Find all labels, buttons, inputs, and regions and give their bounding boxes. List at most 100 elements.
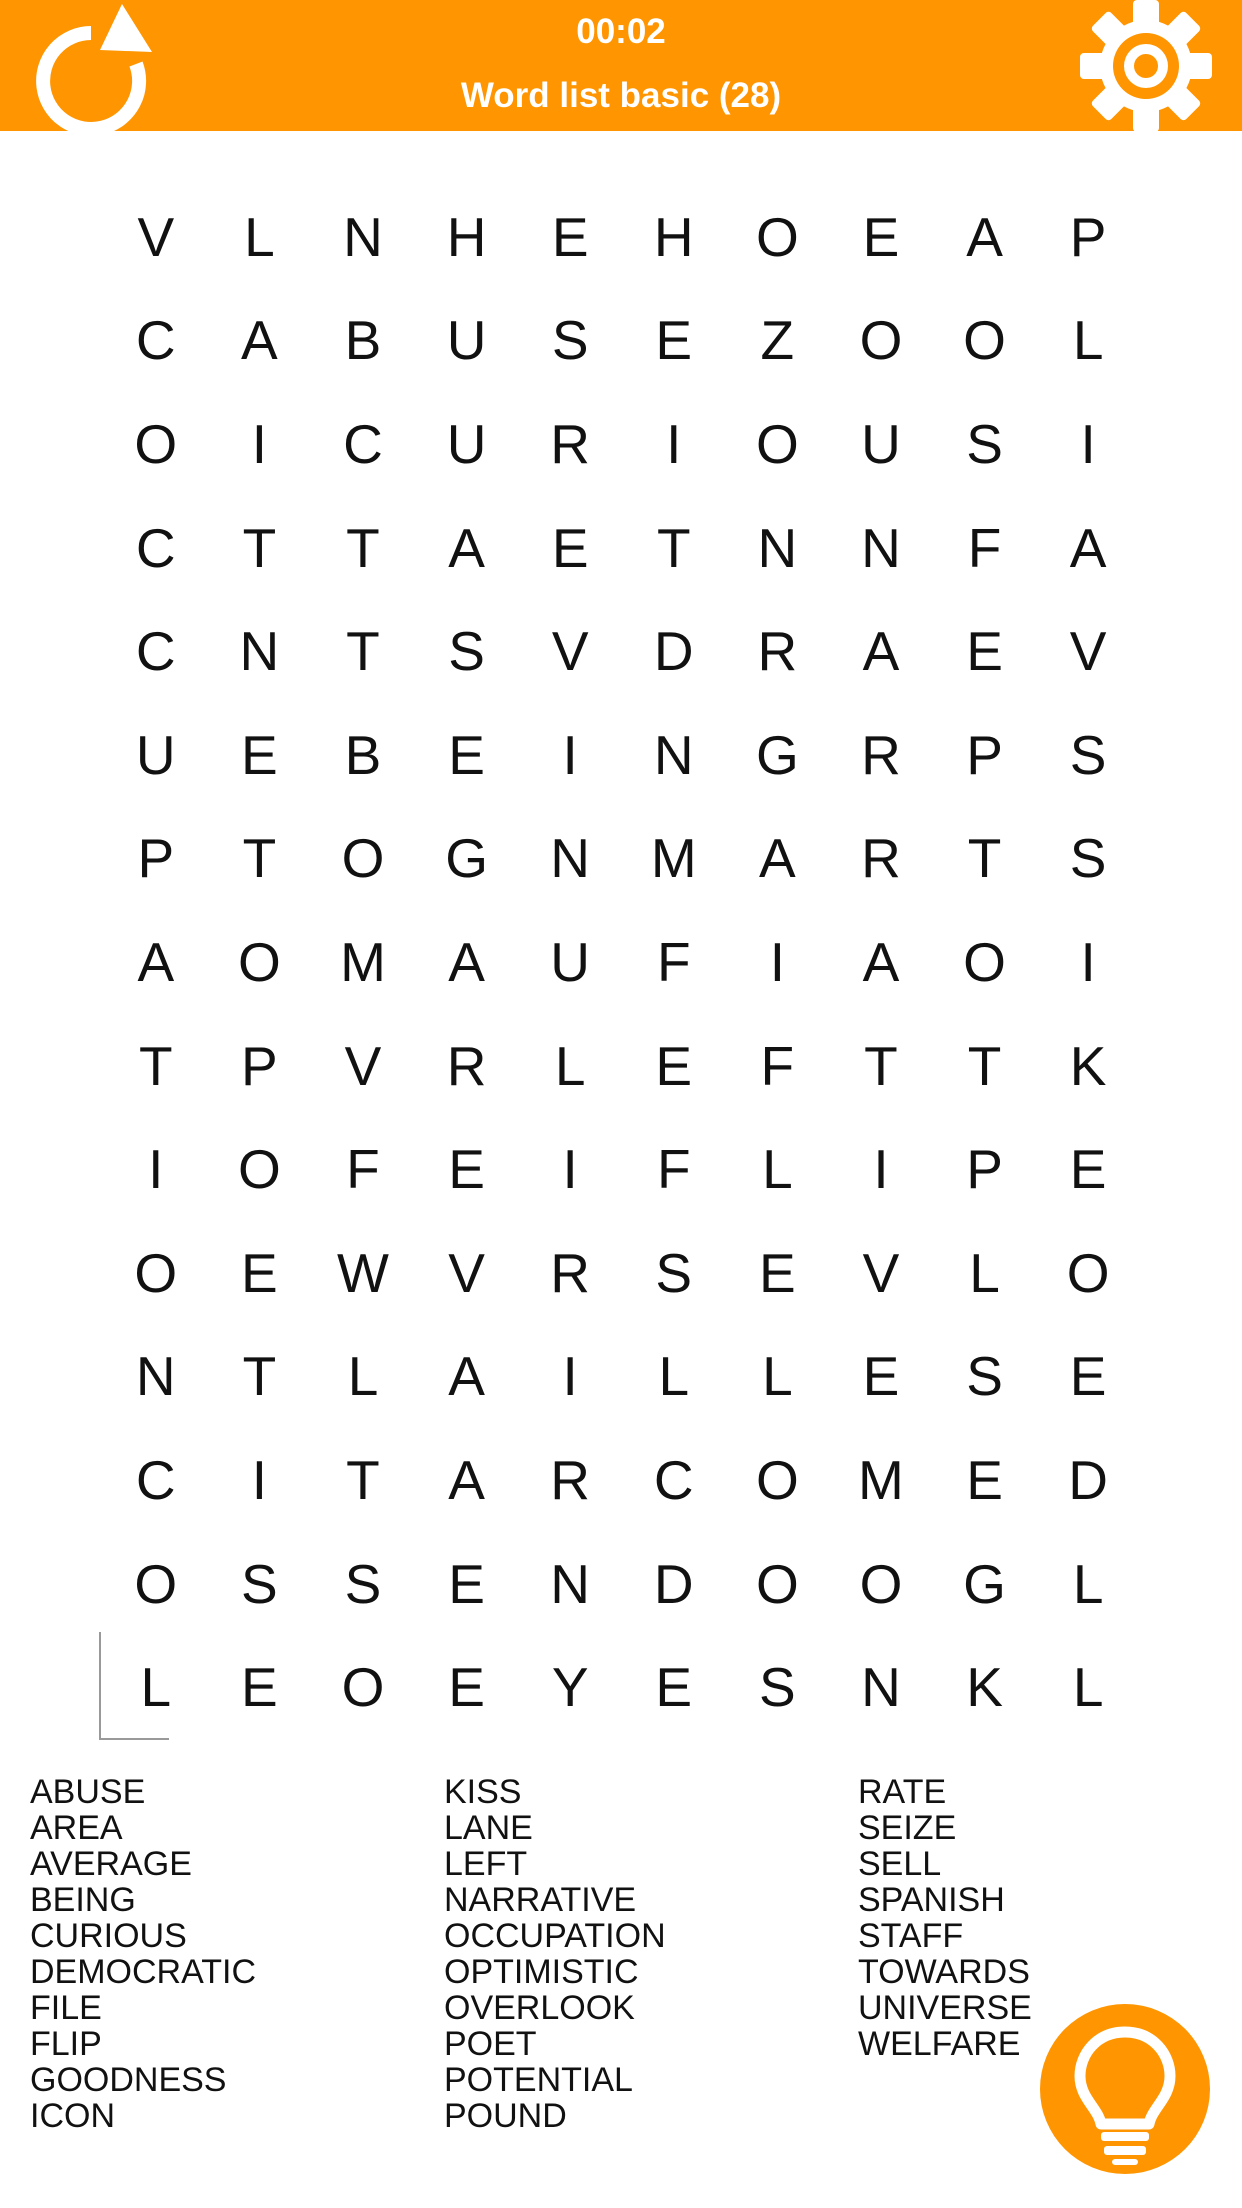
grid-cell[interactable]: L	[726, 1117, 830, 1221]
grid-cell[interactable]: O	[726, 1428, 830, 1532]
grid-cell[interactable]: V	[104, 185, 208, 289]
grid-cell[interactable]: P	[933, 1117, 1037, 1221]
grid-cell[interactable]: S	[1036, 807, 1140, 911]
grid-cell[interactable]: U	[518, 910, 622, 1014]
grid-cell[interactable]: E	[622, 1014, 726, 1118]
grid-cell[interactable]: F	[726, 1014, 830, 1118]
grid-cell[interactable]: A	[829, 910, 933, 1014]
grid-cell[interactable]: L	[1036, 289, 1140, 393]
grid-cell[interactable]: R	[829, 807, 933, 911]
grid-cell[interactable]: V	[311, 1014, 415, 1118]
grid-cell[interactable]: R	[415, 1014, 519, 1118]
grid-cell[interactable]: E	[933, 1428, 1037, 1532]
grid-cell[interactable]: A	[829, 599, 933, 703]
grid-cell[interactable]: O	[726, 392, 830, 496]
grid-cell[interactable]: C	[622, 1428, 726, 1532]
grid-cell[interactable]: I	[1036, 910, 1140, 1014]
grid-cell[interactable]: E	[208, 1221, 312, 1325]
grid-cell[interactable]: R	[829, 703, 933, 807]
grid-cell[interactable]: A	[208, 289, 312, 393]
grid-cell[interactable]: O	[208, 910, 312, 1014]
grid-cell[interactable]: A	[933, 185, 1037, 289]
grid-cell[interactable]: E	[622, 1635, 726, 1739]
grid-cell[interactable]: S	[311, 1532, 415, 1636]
grid-cell[interactable]: N	[622, 703, 726, 807]
grid-cell[interactable]: S	[933, 1325, 1037, 1429]
grid-cell[interactable]: T	[208, 1325, 312, 1429]
grid-cell[interactable]: R	[518, 1221, 622, 1325]
grid-cell[interactable]: E	[518, 185, 622, 289]
grid-cell[interactable]: O	[726, 185, 830, 289]
grid-cell[interactable]: O	[829, 1532, 933, 1636]
grid-cell[interactable]: F	[622, 910, 726, 1014]
grid-cell[interactable]: E	[208, 703, 312, 807]
grid-cell[interactable]: P	[104, 807, 208, 911]
grid-cell[interactable]: T	[208, 496, 312, 600]
grid-cell[interactable]: S	[518, 289, 622, 393]
grid-cell[interactable]: V	[415, 1221, 519, 1325]
grid-cell[interactable]: Z	[726, 289, 830, 393]
grid-cell[interactable]: I	[208, 392, 312, 496]
grid-cell[interactable]: A	[415, 1325, 519, 1429]
grid-cell[interactable]: P	[933, 703, 1037, 807]
grid-cell[interactable]: B	[311, 289, 415, 393]
grid-cell[interactable]: I	[208, 1428, 312, 1532]
grid-cell[interactable]: L	[1036, 1532, 1140, 1636]
grid-cell[interactable]: U	[829, 392, 933, 496]
grid-cell[interactable]: I	[726, 910, 830, 1014]
grid-cell[interactable]: L	[518, 1014, 622, 1118]
grid-cell[interactable]: P	[1036, 185, 1140, 289]
grid-cell[interactable]: C	[311, 392, 415, 496]
grid-cell[interactable]: N	[518, 1532, 622, 1636]
grid-cell[interactable]: E	[622, 289, 726, 393]
grid-cell[interactable]: T	[311, 496, 415, 600]
grid-cell[interactable]: H	[415, 185, 519, 289]
grid-cell[interactable]: O	[933, 289, 1037, 393]
grid-cell[interactable]: C	[104, 1428, 208, 1532]
grid-cell[interactable]: C	[104, 496, 208, 600]
grid-cell[interactable]: K	[1036, 1014, 1140, 1118]
grid-cell[interactable]: T	[829, 1014, 933, 1118]
grid-cell[interactable]: O	[104, 1221, 208, 1325]
grid-cell[interactable]: B	[311, 703, 415, 807]
grid-cell[interactable]: N	[311, 185, 415, 289]
grid-cell[interactable]: E	[208, 1635, 312, 1739]
grid-cell[interactable]: O	[311, 807, 415, 911]
grid-cell[interactable]: V	[829, 1221, 933, 1325]
grid-cell[interactable]: G	[415, 807, 519, 911]
grid-cell[interactable]: D	[622, 599, 726, 703]
grid-cell[interactable]: U	[415, 289, 519, 393]
grid-cell[interactable]: M	[622, 807, 726, 911]
grid-cell[interactable]: O	[104, 1532, 208, 1636]
grid-cell[interactable]: R	[518, 1428, 622, 1532]
grid-cell[interactable]: S	[208, 1532, 312, 1636]
grid-cell[interactable]: V	[1036, 599, 1140, 703]
grid-cell[interactable]: H	[622, 185, 726, 289]
grid-cell[interactable]: N	[104, 1325, 208, 1429]
grid-cell[interactable]: L	[622, 1325, 726, 1429]
grid-cell[interactable]: S	[933, 392, 1037, 496]
grid-cell[interactable]: E	[415, 1117, 519, 1221]
grid-cell[interactable]: E	[829, 185, 933, 289]
grid-cell[interactable]: A	[415, 910, 519, 1014]
grid-cell[interactable]: O	[311, 1635, 415, 1739]
grid-cell[interactable]: O	[829, 289, 933, 393]
grid-cell[interactable]: P	[208, 1014, 312, 1118]
grid-cell[interactable]: N	[829, 1635, 933, 1739]
grid-cell[interactable]: T	[208, 807, 312, 911]
grid-cell[interactable]: S	[622, 1221, 726, 1325]
grid-cell[interactable]: N	[208, 599, 312, 703]
grid-cell[interactable]: O	[726, 1532, 830, 1636]
grid-cell[interactable]: R	[726, 599, 830, 703]
grid-cell[interactable]: S	[415, 599, 519, 703]
grid-cell[interactable]: L	[933, 1221, 1037, 1325]
grid-cell[interactable]: T	[311, 599, 415, 703]
grid-cell[interactable]: A	[415, 496, 519, 600]
grid-cell[interactable]: D	[1036, 1428, 1140, 1532]
grid-cell[interactable]: N	[829, 496, 933, 600]
grid-cell[interactable]: E	[518, 496, 622, 600]
grid-cell[interactable]: E	[726, 1221, 830, 1325]
grid-cell[interactable]: A	[726, 807, 830, 911]
grid-cell[interactable]: O	[208, 1117, 312, 1221]
grid-cell[interactable]: K	[933, 1635, 1037, 1739]
